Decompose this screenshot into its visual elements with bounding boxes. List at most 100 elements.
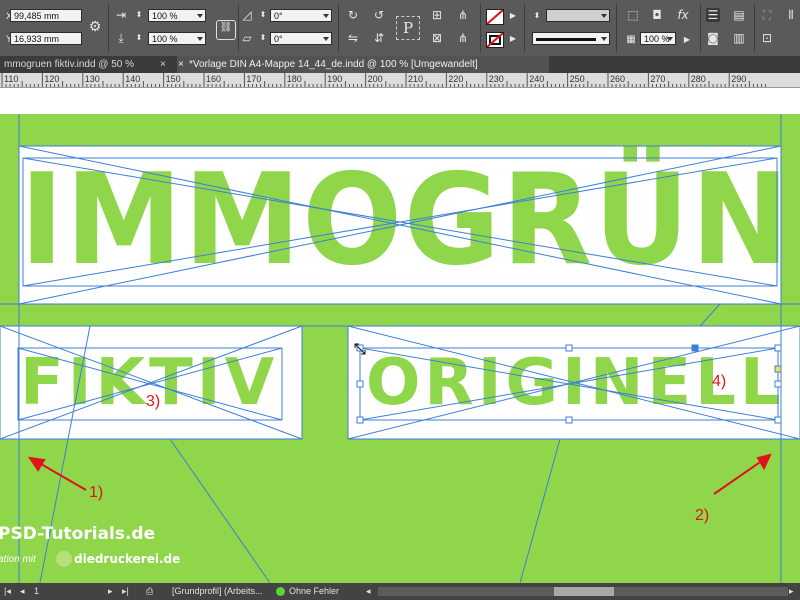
y-position-field[interactable]: 16,933 mm	[10, 32, 82, 45]
stroke-line-preview	[536, 38, 596, 41]
rotate-ccw-icon[interactable]: ↺	[372, 8, 386, 22]
drop-shadow-icon[interactable]: ◘	[650, 8, 664, 22]
flip-vertical-icon[interactable]: ⇵	[372, 31, 386, 45]
tab-close-icon[interactable]: ×	[160, 56, 166, 73]
link-icon[interactable]: ⛓	[216, 20, 236, 40]
preflight-profile-dropdown[interactable]: [Grundprofil] (Arbeits...	[172, 585, 263, 598]
document-canvas[interactable]: IMMOGRÜN FIKTIV ORIGINELL 1) 2) 3) 4) PS…	[0, 88, 800, 583]
ruler-label: 280	[690, 74, 706, 84]
stepper-icon[interactable]: ⬍	[132, 31, 146, 45]
select-previous-icon[interactable]: ⊠	[430, 31, 444, 45]
stepper-icon[interactable]: ⬍	[530, 9, 544, 23]
left-word-frame	[0, 325, 303, 440]
text-wrap-jump-icon[interactable]: ▥	[732, 31, 746, 45]
rotate-angle-icon: ◿	[242, 8, 252, 22]
open-page-icon[interactable]: ⎙	[146, 585, 153, 598]
separator	[338, 4, 339, 52]
select-content-icon[interactable]: ⋔	[456, 8, 470, 22]
ruler-label: 290	[731, 74, 747, 84]
ruler-label: 250	[569, 74, 585, 84]
text-wrap-box-icon[interactable]: ▤	[732, 8, 746, 22]
shear-angle-icon: ▱	[242, 31, 252, 45]
select-next-icon[interactable]: ⋔	[456, 31, 470, 45]
separator	[480, 4, 481, 52]
logo-diedruckerei: diedruckerei.de	[74, 552, 181, 566]
first-page-icon[interactable]: |◂	[4, 585, 11, 598]
play-arrow-icon[interactable]: ▶	[680, 33, 694, 47]
annotation-arrows	[27, 453, 772, 495]
scroll-left-icon[interactable]: ◂	[366, 585, 371, 598]
ruler-label: 140	[125, 74, 141, 84]
align-icon[interactable]: ⫴	[784, 8, 798, 22]
tab-document-2[interactable]: *Vorlage DIN A4-Mappe 14_44_de.indd @ 10…	[177, 56, 549, 73]
ruler-label: 160	[206, 74, 222, 84]
ruler-label: 240	[529, 74, 545, 84]
ruler-label: 150	[165, 74, 181, 84]
horizontal-scrollbar-thumb[interactable]	[554, 587, 614, 596]
last-page-icon[interactable]: ▸|	[122, 585, 129, 598]
fill-swatch-none-icon[interactable]	[486, 9, 504, 25]
ruler-ticks	[1, 73, 767, 87]
rotate-cw-icon[interactable]: ↻	[346, 8, 360, 22]
page-number-field[interactable]: 1	[34, 585, 39, 598]
opacity-checker-icon: ▦	[626, 34, 636, 45]
horizontal-ruler[interactable]: 110 120 130 140 150 160 170 180 190 200 210 220 230 2…	[0, 73, 800, 88]
headline-frame	[18, 145, 782, 305]
stroke-swatch-none-icon[interactable]	[486, 32, 504, 48]
play-arrow-icon[interactable]: ▶	[506, 9, 520, 23]
scale-y-icon: ⤓	[118, 31, 124, 45]
tab-document-1[interactable]: mmogruen fiktiv.indd @ 50 % ×	[0, 56, 179, 73]
frame-fit-icon[interactable]: ⬚	[626, 8, 640, 22]
ruler-label: 270	[650, 74, 666, 84]
opacity-field[interactable]: 100 %	[640, 32, 676, 45]
ruler-label: 130	[84, 74, 100, 84]
status-ok-icon	[276, 587, 285, 596]
stroke-weight-field[interactable]	[546, 9, 610, 22]
prev-page-icon[interactable]: ◂	[20, 585, 25, 598]
stepper-icon[interactable]: ⬍	[132, 8, 146, 22]
horizontal-scrollbar-track[interactable]	[378, 587, 788, 596]
scale-y-field[interactable]: 100 %	[148, 32, 206, 45]
ruler-label: 200	[367, 74, 383, 84]
scroll-right-icon[interactable]: ▸	[789, 585, 794, 598]
flip-horizontal-icon[interactable]: ⇋	[346, 31, 360, 45]
ruler-label: 180	[286, 74, 302, 84]
text-wrap-none-icon[interactable]: ☰	[706, 8, 720, 22]
annotation-label-2: 2)	[695, 507, 710, 524]
select-container-icon[interactable]: ⊞	[430, 8, 444, 22]
text-wrap-contour-icon[interactable]: ◙	[706, 31, 720, 45]
logo-psd-tutorials: PSD-Tutorials.de	[0, 524, 156, 544]
paragraph-p-icon[interactable]: P	[396, 16, 420, 40]
shear-field[interactable]: 0°	[270, 32, 332, 45]
separator	[238, 4, 239, 52]
right-word-frame	[347, 325, 800, 440]
ruler-label: 110	[4, 74, 19, 84]
fitting-icon[interactable]: ⊡	[760, 31, 774, 45]
separator	[754, 4, 755, 52]
none-slash-icon	[487, 33, 503, 47]
auto-fit-icon[interactable]: ⛶	[760, 8, 774, 22]
scale-x-field[interactable]: 100 %	[148, 9, 206, 22]
separator	[108, 4, 109, 52]
preflight-status-text: Ohne Fehler	[289, 586, 340, 596]
reference-point-icon[interactable]: ⚙	[88, 20, 102, 34]
annotation-label-1: 1)	[89, 484, 104, 501]
rotation-field[interactable]: 0°	[270, 9, 332, 22]
effects-fx-icon[interactable]: fx	[676, 8, 690, 22]
control-panel: X 99,485 mm Y 16,933 mm ⚙ ⇥ ⬍ 100 % ⤓ ⬍ …	[0, 0, 800, 56]
next-page-icon[interactable]: ▸	[108, 585, 113, 598]
play-arrow-icon[interactable]: ▶	[506, 32, 520, 46]
separator	[616, 4, 617, 52]
tab-close-icon[interactable]: ×	[178, 56, 184, 73]
separator	[700, 4, 701, 52]
stepper-icon[interactable]: ⬍	[256, 31, 270, 45]
x-position-field[interactable]: 99,485 mm	[10, 9, 82, 22]
separator	[524, 4, 525, 52]
ruler-label: 230	[488, 74, 504, 84]
ruler-label: 210	[408, 74, 424, 84]
stepper-icon[interactable]: ⬍	[256, 8, 270, 22]
ruler-label: 120	[44, 74, 60, 84]
stroke-type-field[interactable]	[532, 32, 610, 45]
ruler-label: 260	[610, 74, 626, 84]
ruler-label: 190	[327, 74, 343, 84]
